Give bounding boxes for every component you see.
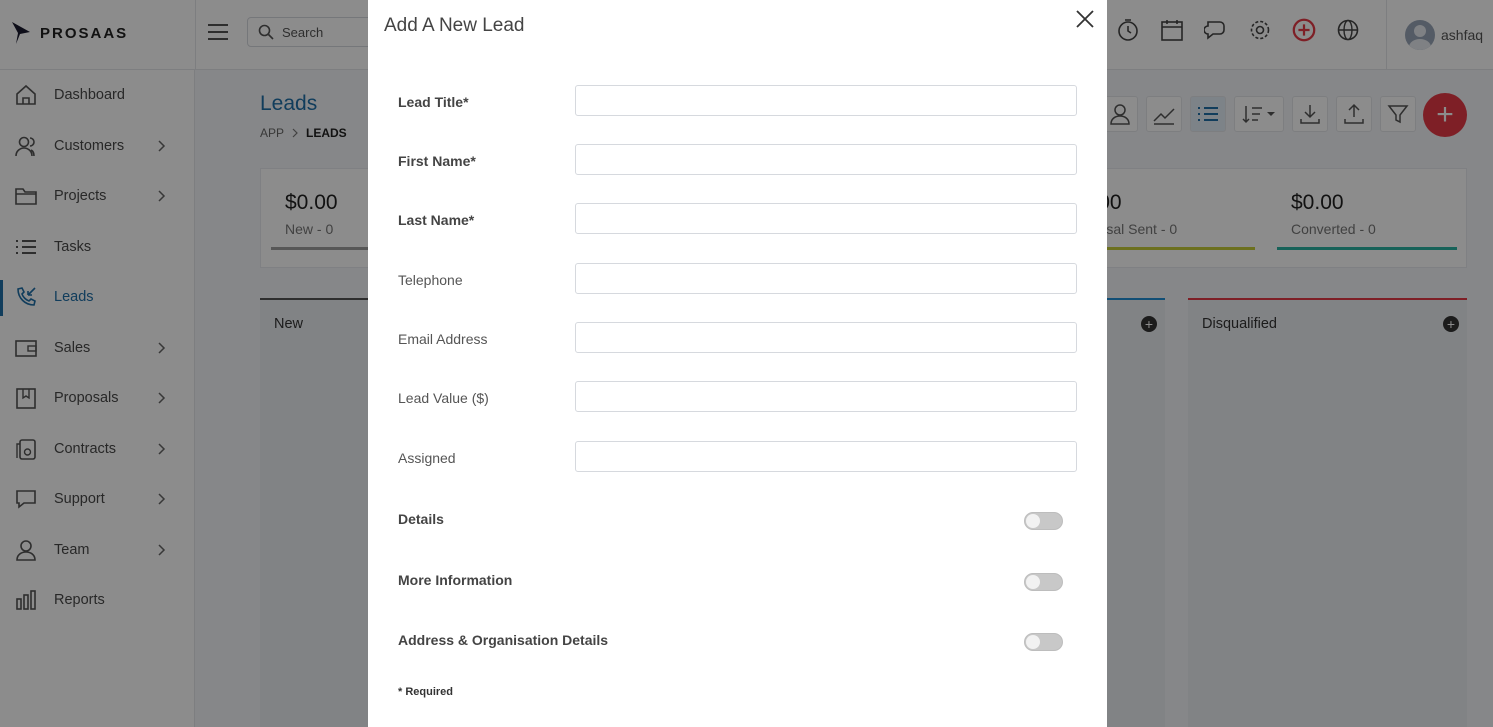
details-toggle-label: Details <box>398 511 444 527</box>
close-icon[interactable] <box>1074 8 1096 30</box>
assigned-label: Assigned <box>398 450 456 466</box>
assigned-input[interactable] <box>575 441 1077 472</box>
last-name-input[interactable] <box>575 203 1077 234</box>
add-lead-modal: Add A New Lead Lead Title* First Name* L… <box>368 0 1107 727</box>
details-toggle[interactable] <box>1024 512 1063 530</box>
modal-title: Add A New Lead <box>384 15 525 36</box>
lead-value-input[interactable] <box>575 381 1077 412</box>
more-info-toggle-label: More Information <box>398 572 513 588</box>
lead-title-label: Lead Title* <box>398 94 469 110</box>
required-note: * Required <box>398 686 454 698</box>
first-name-label: First Name* <box>398 153 476 169</box>
first-name-input[interactable] <box>575 144 1077 175</box>
last-name-label: Last Name* <box>398 212 475 228</box>
telephone-input[interactable] <box>575 263 1077 294</box>
email-label: Email Address <box>398 331 488 347</box>
more-info-toggle[interactable] <box>1024 573 1063 591</box>
lead-value-label: Lead Value ($) <box>398 390 489 406</box>
address-toggle[interactable] <box>1024 633 1063 651</box>
email-input[interactable] <box>575 322 1077 353</box>
lead-title-input[interactable] <box>575 85 1077 116</box>
address-toggle-label: Address & Organisation Details <box>398 632 609 648</box>
telephone-label: Telephone <box>398 272 463 288</box>
